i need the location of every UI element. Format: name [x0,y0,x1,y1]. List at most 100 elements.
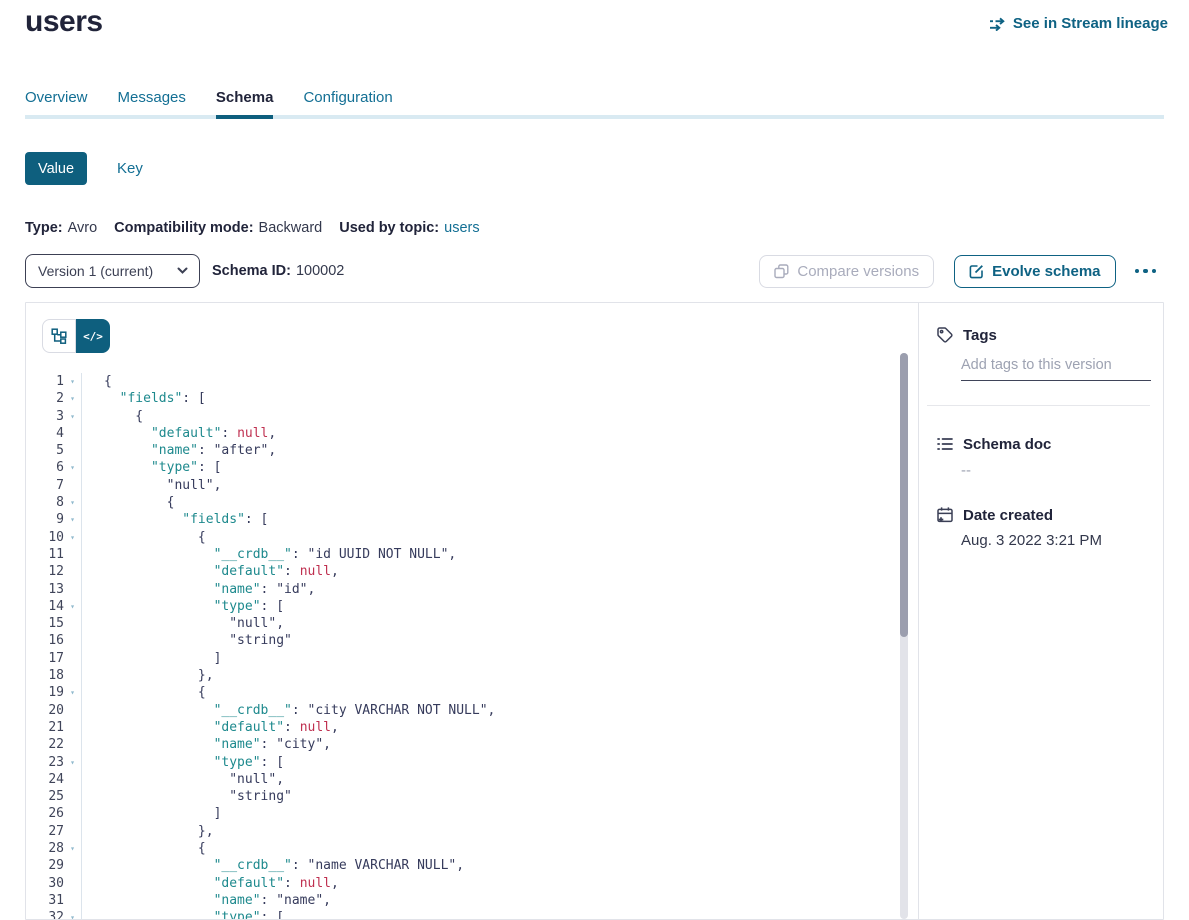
code-text: ] [82,805,221,822]
fold-arrow-icon[interactable]: ▾ [64,494,82,511]
key-toggle-link[interactable]: Key [117,160,143,177]
code-text: "default": null, [82,563,339,580]
topic-link[interactable]: users [444,220,479,236]
line-number: 19 [26,684,64,701]
line-number: 4 [26,425,64,442]
value-key-toggle: Value Key [25,152,143,185]
code-line-5: 5 "name": "after", [26,442,918,459]
schema-doc-icon [936,435,954,453]
code-line-8: 8▾ { [26,494,918,511]
code-text: { [82,408,143,425]
code-line-2: 2▾ "fields": [ [26,390,918,407]
line-number: 16 [26,632,64,649]
code-text: }, [82,667,214,684]
line-number: 31 [26,892,64,909]
fold-arrow-icon[interactable]: ▾ [64,408,82,425]
line-number: 17 [26,650,64,667]
ellipsis-icon [1135,269,1140,274]
code-view-button[interactable]: </> [76,319,110,353]
fold-arrow-icon[interactable]: ▾ [64,390,82,407]
tab-schema[interactable]: Schema [216,89,274,119]
fold-arrow-icon[interactable]: ▾ [64,840,82,857]
version-bar: Version 1 (current) Schema ID: 100002 Co… [25,254,1164,288]
line-number: 9 [26,511,64,528]
tab-configuration[interactable]: Configuration [303,89,392,119]
code-text: { [82,373,112,390]
tab-bar: Overview Messages Schema Configuration [25,89,1164,119]
tree-view-button[interactable] [42,319,76,353]
line-number: 11 [26,546,64,563]
fold-arrow-icon[interactable]: ▾ [64,598,82,615]
code-line-3: 3▾ { [26,408,918,425]
gutter-spacer [64,719,82,736]
code-line-32: 32▾ "type": [ [26,909,918,920]
tab-messages[interactable]: Messages [118,89,186,119]
code-text: "type": [ [82,459,221,476]
compatibility-label: Compatibility mode: [114,220,253,236]
value-toggle-button[interactable]: Value [25,152,87,185]
schema-id-value: 100002 [296,263,344,279]
code-text: "__crdb__": "city VARCHAR NOT NULL", [82,702,495,719]
tab-overview[interactable]: Overview [25,89,88,119]
compare-icon [774,264,789,279]
code-view-icon: </> [83,330,103,343]
code-text: { [82,494,174,511]
line-number: 2 [26,390,64,407]
gutter-spacer [64,615,82,632]
fold-arrow-icon[interactable]: ▾ [64,684,82,701]
fold-arrow-icon[interactable]: ▾ [64,373,82,390]
code-line-20: 20 "__crdb__": "city VARCHAR NOT NULL", [26,702,918,719]
code-line-16: 16 "string" [26,632,918,649]
code-text: "default": null, [82,719,339,736]
fold-arrow-icon[interactable]: ▾ [64,754,82,771]
fold-arrow-icon[interactable]: ▾ [64,459,82,476]
add-tags-input[interactable] [961,357,1151,381]
line-number: 32 [26,909,64,920]
code-text: "null", [82,477,221,494]
line-number: 21 [26,719,64,736]
code-text: { [82,684,206,701]
gutter-spacer [64,650,82,667]
gutter-spacer [64,788,82,805]
line-number: 22 [26,736,64,753]
code-line-23: 23▾ "type": [ [26,754,918,771]
evolve-schema-button[interactable]: Evolve schema [954,255,1115,288]
editor-scrollbar[interactable] [900,353,908,919]
code-text: }, [82,823,214,840]
gutter-spacer [64,546,82,563]
used-by-topic-label: Used by topic: [339,220,439,236]
compare-versions-button[interactable]: Compare versions [759,255,934,288]
code-text: "string" [82,788,292,805]
fold-arrow-icon[interactable]: ▾ [64,909,82,920]
gutter-spacer [64,702,82,719]
line-number: 26 [26,805,64,822]
code-line-9: 9▾ "fields": [ [26,511,918,528]
code-line-26: 26 ] [26,805,918,822]
schema-id-label: Schema ID: [212,263,291,279]
scrollbar-thumb[interactable] [900,353,908,637]
code-line-21: 21 "default": null, [26,719,918,736]
gutter-spacer [64,581,82,598]
more-options-button[interactable] [1127,263,1165,280]
code-line-15: 15 "null", [26,615,918,632]
type-value: Avro [68,220,98,236]
version-select[interactable]: Version 1 (current) [25,254,200,288]
line-number: 14 [26,598,64,615]
type-label: Type: [25,220,63,236]
see-in-stream-lineage-link[interactable]: See in Stream lineage [989,15,1168,32]
code-line-12: 12 "default": null, [26,563,918,580]
line-number: 24 [26,771,64,788]
code-line-14: 14▾ "type": [ [26,598,918,615]
code-text: { [82,529,206,546]
fold-arrow-icon[interactable]: ▾ [64,511,82,528]
code-line-10: 10▾ { [26,529,918,546]
schema-meta: Type: Avro Compatibility mode: Backward … [25,220,480,236]
fold-arrow-icon[interactable]: ▾ [64,529,82,546]
line-number: 20 [26,702,64,719]
gutter-spacer [64,563,82,580]
gutter-spacer [64,771,82,788]
line-number: 23 [26,754,64,771]
gutter-spacer [64,857,82,874]
line-number: 13 [26,581,64,598]
tree-view-icon [51,328,67,344]
